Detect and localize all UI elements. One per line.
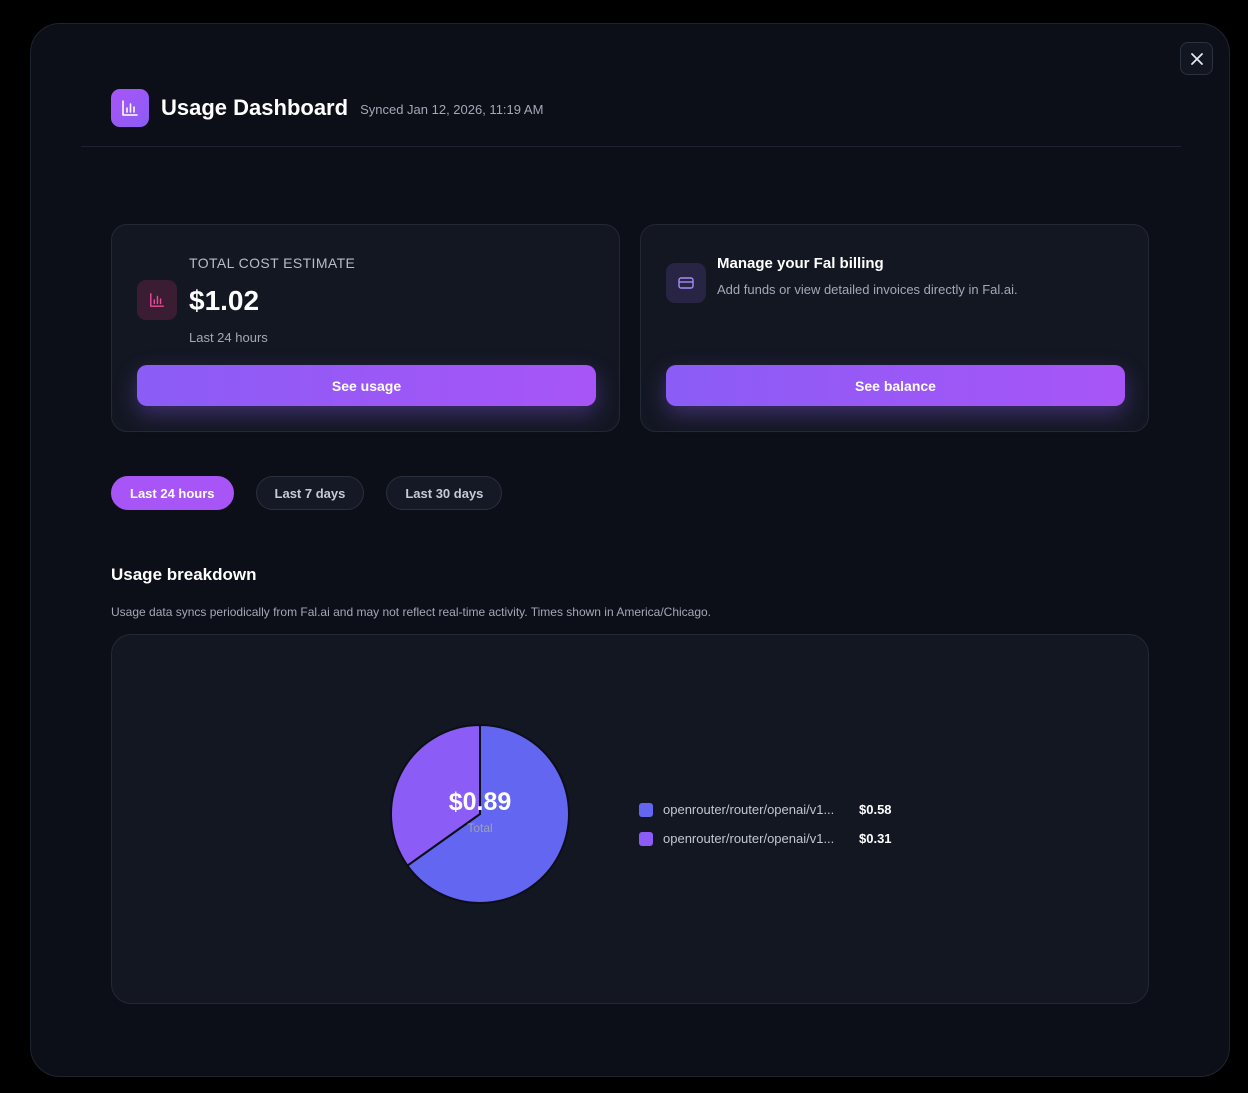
pie-total-value: $0.89 — [448, 788, 512, 816]
time-range-tabs: Last 24 hours Last 7 days Last 30 days — [111, 476, 503, 510]
see-usage-button[interactable]: See usage — [137, 365, 596, 406]
tab-last-7-days[interactable]: Last 7 days — [255, 476, 365, 510]
sync-timestamp: Synced Jan 12, 2026, 11:19 AM — [360, 102, 544, 117]
total-cost-card: TOTAL COST ESTIMATE $1.02 Last 24 hours … — [111, 224, 620, 432]
cost-label: TOTAL COST ESTIMATE — [189, 255, 356, 271]
credit-card-icon — [666, 263, 706, 303]
bar-chart-icon — [111, 89, 149, 127]
billing-card: Manage your Fal billing Add funds or vie… — [640, 224, 1149, 432]
legend-label: openrouter/router/openai/v1... — [663, 831, 835, 846]
billing-title: Manage your Fal billing — [717, 255, 884, 272]
page-title: Usage Dashboard — [161, 95, 349, 120]
legend-label: openrouter/router/openai/v1... — [663, 802, 835, 817]
close-icon — [1190, 52, 1203, 65]
tab-last-24-hours[interactable]: Last 24 hours — [111, 476, 234, 510]
legend-item: openrouter/router/openai/v1... $0.31 — [639, 824, 892, 853]
close-button[interactable] — [1180, 42, 1213, 75]
bar-chart-icon — [137, 280, 177, 320]
legend-item: openrouter/router/openai/v1... $0.58 — [639, 795, 892, 824]
legend-swatch — [639, 831, 653, 846]
chart-legend: openrouter/router/openai/v1... $0.58 ope… — [639, 795, 892, 853]
usage-breakdown-chart: $0.89 Total openrouter/router/openai/v1.… — [111, 634, 1149, 1004]
pie-total-label: Total — [467, 821, 493, 835]
legend-value: $0.58 — [859, 802, 892, 817]
see-balance-button[interactable]: See balance — [666, 365, 1125, 406]
cost-period: Last 24 hours — [189, 330, 268, 345]
tab-last-30-days[interactable]: Last 30 days — [386, 476, 503, 510]
header-divider — [81, 146, 1181, 147]
pie-chart: $0.89 Total — [390, 724, 570, 904]
billing-description: Add funds or view detailed invoices dire… — [717, 282, 1018, 297]
dashboard-header: Usage Dashboard Synced Jan 12, 2026, 11:… — [111, 89, 543, 127]
usage-dashboard-modal: Usage Dashboard Synced Jan 12, 2026, 11:… — [30, 23, 1230, 1077]
breakdown-note: Usage data syncs periodically from Fal.a… — [111, 605, 712, 619]
legend-swatch — [639, 802, 653, 817]
cost-amount: $1.02 — [189, 285, 260, 316]
legend-value: $0.31 — [859, 831, 892, 846]
breakdown-title: Usage breakdown — [111, 565, 257, 584]
